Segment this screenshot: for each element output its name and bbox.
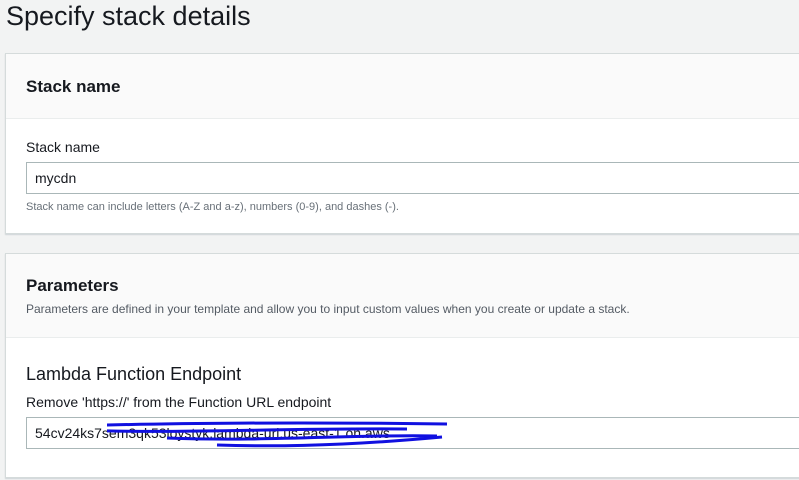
parameters-panel: Parameters Parameters are defined in you… <box>5 253 799 478</box>
endpoint-value: 54cv24ks7sem3qk53loystyk.lambda-url.us-e… <box>35 425 390 441</box>
stack-name-panel: Stack name Stack name mycdn Stack name c… <box>5 53 799 234</box>
endpoint-input[interactable]: 54cv24ks7sem3qk53loystyk.lambda-url.us-e… <box>26 417 799 449</box>
endpoint-label: Remove 'https://' from the Function URL … <box>26 394 332 410</box>
stack-name-input[interactable]: mycdn <box>26 162 799 194</box>
page-title: Specify stack details <box>6 1 251 31</box>
panel-title: Stack name <box>26 77 121 96</box>
panel-header: Parameters Parameters are defined in you… <box>6 254 799 338</box>
section-title: Lambda Function Endpoint <box>26 364 242 384</box>
stack-name-hint: Stack name can include letters (A-Z and … <box>26 201 399 213</box>
stack-name-label: Stack name <box>26 139 100 155</box>
panel-description: Parameters are defined in your template … <box>26 302 630 316</box>
panel-title: Parameters <box>26 276 119 295</box>
panel-header: Stack name <box>6 54 799 119</box>
